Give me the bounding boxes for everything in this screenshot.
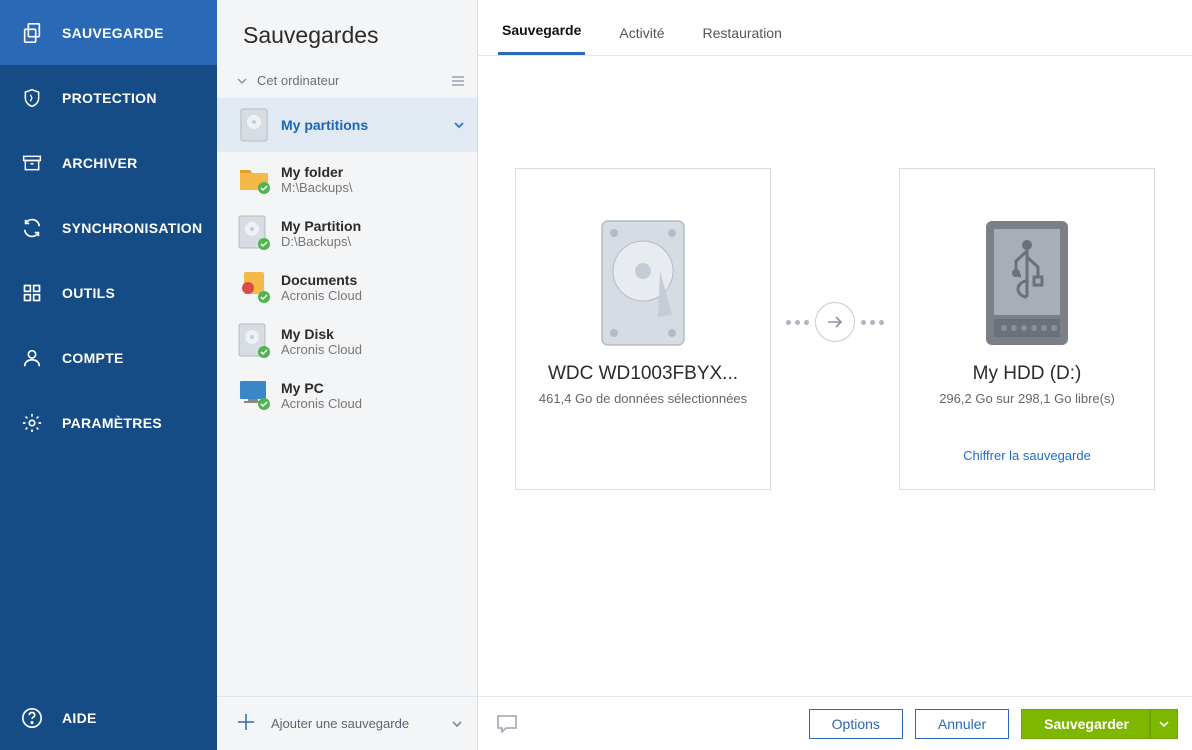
backup-item-my-pc[interactable]: My PC Acronis Cloud	[217, 368, 477, 422]
backup-flow: WDC WD1003FBYX... 461,4 Go de données sé…	[478, 56, 1192, 696]
main-sidebar: SAUVEGARDE PROTECTION ARCHIVER SYNCHRONI…	[0, 0, 217, 750]
sidebar-item-account[interactable]: COMPTE	[0, 325, 217, 390]
backup-item-name: My folder	[281, 164, 465, 180]
backup-dropdown-button[interactable]	[1150, 709, 1178, 739]
chevron-down-icon	[453, 120, 465, 130]
bottom-bar: Options Annuler Sauvegarder	[478, 696, 1192, 750]
backup-item-sub: Acronis Cloud	[281, 396, 465, 411]
sidebar-item-sync[interactable]: SYNCHRONISATION	[0, 195, 217, 260]
backup-item-sub: Acronis Cloud	[281, 288, 465, 303]
backup-item-my-disk[interactable]: My Disk Acronis Cloud	[217, 314, 477, 368]
plus-icon	[237, 713, 259, 735]
sidebar-item-backup[interactable]: SAUVEGARDE	[0, 0, 217, 65]
tab-backup[interactable]: Sauvegarde	[498, 6, 585, 55]
account-icon	[20, 346, 44, 370]
shield-icon	[20, 86, 44, 110]
pc-icon	[237, 378, 271, 412]
menu-icon[interactable]	[451, 75, 465, 87]
tab-restore[interactable]: Restauration	[699, 9, 786, 55]
comment-icon[interactable]	[496, 714, 518, 734]
destination-sub: 296,2 Go sur 298,1 Go libre(s)	[939, 391, 1115, 406]
encrypt-link[interactable]: Chiffrer la sauvegarde	[963, 448, 1091, 463]
arrow-right-icon	[815, 302, 855, 342]
sidebar-item-protection[interactable]: PROTECTION	[0, 65, 217, 130]
cancel-button[interactable]: Annuler	[915, 709, 1009, 739]
sidebar-item-label: COMPTE	[62, 350, 124, 366]
add-backup-label: Ajouter une sauvegarde	[271, 716, 409, 731]
chevron-down-icon	[451, 719, 463, 729]
copy-icon	[20, 21, 44, 45]
backup-item-name: My Partition	[281, 218, 465, 234]
sidebar-item-label: AIDE	[62, 710, 97, 726]
sidebar-item-label: OUTILS	[62, 285, 115, 301]
destination-card[interactable]: My HDD (D:) 296,2 Go sur 298,1 Go libre(…	[899, 168, 1155, 490]
chevron-down-icon	[237, 77, 249, 85]
sidebar-item-help[interactable]: AIDE	[0, 685, 217, 750]
help-icon	[20, 706, 44, 730]
backup-item-my-folder[interactable]: My folder M:\Backups\	[217, 152, 477, 206]
source-card[interactable]: WDC WD1003FBYX... 461,4 Go de données sé…	[515, 168, 771, 490]
sidebar-item-label: SAUVEGARDE	[62, 25, 164, 41]
backup-item-sub: Acronis Cloud	[281, 342, 465, 357]
sidebar-item-label: SYNCHRONISATION	[62, 220, 202, 236]
hdd-icon	[600, 219, 686, 347]
disk-icon	[237, 216, 271, 250]
backup-item-sub: D:\Backups\	[281, 234, 465, 249]
backup-item-sub: M:\Backups\	[281, 180, 465, 195]
arrow-indicator	[771, 302, 899, 342]
backup-item-name: My PC	[281, 380, 465, 396]
disk-icon	[237, 324, 271, 358]
sidebar-item-label: ARCHIVER	[62, 155, 138, 171]
backup-item-documents[interactable]: Documents Acronis Cloud	[217, 260, 477, 314]
sync-icon	[20, 216, 44, 240]
sidebar-item-label: PARAMÈTRES	[62, 415, 162, 431]
backup-item-name: My partitions	[281, 117, 447, 133]
gear-icon	[20, 411, 44, 435]
archive-icon	[20, 151, 44, 175]
sidebar-item-label: PROTECTION	[62, 90, 157, 106]
tools-icon	[20, 281, 44, 305]
add-backup-button[interactable]: Ajouter une sauvegarde	[217, 696, 477, 750]
sidebar-item-settings[interactable]: PARAMÈTRES	[0, 390, 217, 455]
main-content: Sauvegarde Activité Restauration WDC WD1…	[478, 0, 1192, 750]
backup-item-name: My Disk	[281, 326, 465, 342]
backups-title: Sauvegardes	[217, 0, 477, 67]
backup-item-name: Documents	[281, 272, 465, 288]
documents-icon	[237, 270, 271, 304]
tab-activity[interactable]: Activité	[615, 9, 668, 55]
backup-item-my-partitions[interactable]: My partitions	[217, 98, 477, 152]
sidebar-item-archive[interactable]: ARCHIVER	[0, 130, 217, 195]
source-sub: 461,4 Go de données sélectionnées	[539, 391, 747, 406]
group-label: Cet ordinateur	[257, 73, 339, 88]
destination-title: My HDD (D:)	[973, 363, 1082, 385]
folder-icon	[237, 162, 271, 196]
source-title: WDC WD1003FBYX...	[548, 363, 738, 385]
usb-drive-icon	[984, 219, 1070, 347]
backup-item-my-partition[interactable]: My Partition D:\Backups\	[217, 206, 477, 260]
options-button[interactable]: Options	[809, 709, 903, 739]
tabs: Sauvegarde Activité Restauration	[478, 0, 1192, 56]
backup-button[interactable]: Sauvegarder	[1021, 709, 1150, 739]
backups-panel: Sauvegardes Cet ordinateur My partitions…	[217, 0, 478, 750]
sidebar-item-tools[interactable]: OUTILS	[0, 260, 217, 325]
disk-icon	[237, 108, 271, 142]
group-header-this-computer[interactable]: Cet ordinateur	[217, 67, 477, 98]
